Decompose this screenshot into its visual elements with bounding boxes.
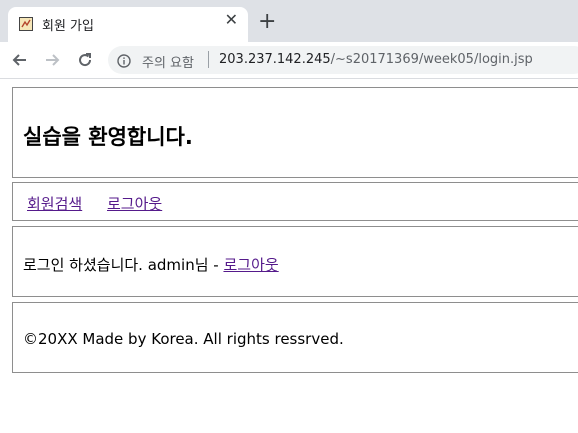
header-section: 실습을 환영합니다. (12, 87, 578, 178)
page-title: 실습을 환영합니다. (23, 125, 193, 149)
url-host: 203.237.142.245 (219, 52, 331, 67)
login-message-text: 로그인 하셨습니다. admin님 - (23, 256, 224, 274)
nav-section: 회원검색 로그아웃 (12, 182, 578, 221)
copyright-text: ©20XX Made by Korea. All rights ressrved… (23, 330, 344, 348)
tab-title: 회원 가입 (42, 19, 94, 34)
browser-tabstrip: 회원 가입 ✕ + (0, 0, 578, 42)
close-tab-icon[interactable]: ✕ (225, 12, 238, 28)
page-content: 실습을 환영합니다. 회원검색 로그아웃 로그인 하셨습니다. admin님 -… (0, 79, 578, 433)
member-search-link[interactable]: 회원검색 (27, 193, 82, 214)
arrow-right-icon[interactable] (40, 48, 64, 72)
address-divider (208, 51, 209, 68)
arrow-left-icon[interactable] (8, 48, 32, 72)
reload-icon[interactable] (73, 48, 97, 72)
url-path: /~s20171369/week05/login.jsp (330, 52, 533, 67)
info-icon[interactable] (117, 53, 131, 68)
page-favicon-icon (19, 17, 33, 31)
logout-link[interactable]: 로그아웃 (107, 193, 162, 214)
security-status-label[interactable]: 주의 요함 (142, 52, 194, 71)
inline-logout-link[interactable]: 로그아웃 (223, 256, 278, 274)
address-bar[interactable]: 주의 요함 203.237.142.245/~s20171369/week05/… (108, 46, 578, 74)
footer-section: ©20XX Made by Korea. All rights ressrved… (12, 302, 578, 373)
login-status-section: 로그인 하셨습니다. admin님 - 로그아웃 (12, 226, 578, 297)
browser-tab[interactable]: 회원 가입 ✕ (8, 7, 248, 42)
browser-toolbar: 주의 요함 203.237.142.245/~s20171369/week05/… (0, 42, 578, 79)
url-text[interactable]: 203.237.142.245/~s20171369/week05/login.… (219, 52, 533, 67)
login-message: 로그인 하셨습니다. admin님 - 로그아웃 (23, 254, 279, 275)
new-tab-icon[interactable]: + (258, 11, 276, 33)
